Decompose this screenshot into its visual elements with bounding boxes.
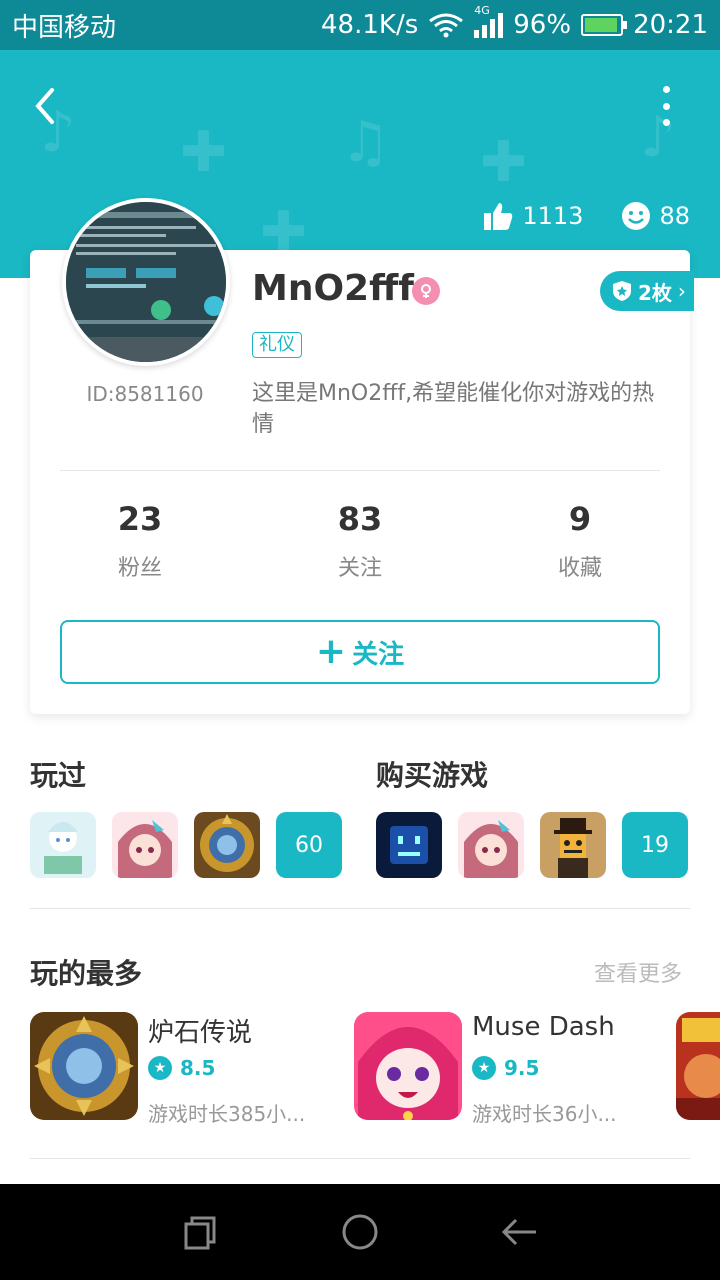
following-label: 关注 (337, 556, 382, 581)
played-game-icon[interactable] (194, 812, 260, 878)
user-bio: 这里是MnO2fff,希望能催化你对游戏的热情 (252, 381, 655, 437)
header-stats: 1113 88 (482, 200, 690, 232)
more-options-button[interactable] (652, 86, 680, 126)
bought-game-icon[interactable] (458, 812, 524, 878)
badge-count: 2枚 (638, 280, 672, 305)
bought-title: 购买游戏 (376, 759, 489, 792)
avatar[interactable] (62, 198, 230, 366)
smile-stat[interactable]: 88 (621, 201, 690, 231)
play-time: 游戏时长385小... (148, 1102, 306, 1126)
most-played-title: 玩的最多 (30, 957, 143, 990)
game-name: Muse Dash (472, 1012, 615, 1042)
likes-stat[interactable]: 1113 (482, 200, 583, 232)
likes-count: 1113 (522, 202, 584, 230)
network-type: 4G (474, 4, 490, 17)
gender-female-icon (412, 277, 440, 305)
star-icon: ★ (472, 1056, 496, 1080)
game-rating: ★ 9.5 (472, 1056, 539, 1080)
bought-count-button[interactable]: 19 (622, 812, 688, 878)
favorites-stat[interactable]: 9 收藏 (500, 500, 660, 582)
smiley-icon (622, 202, 651, 230)
music-note-pattern: ♫ (340, 110, 391, 175)
status-bar: 中国移动 48.1K/s 4G 96% 20:21 (0, 0, 720, 50)
badge-count-button[interactable]: 2枚 › (600, 271, 694, 311)
shield-icon (613, 281, 631, 301)
back-button[interactable] (26, 84, 66, 128)
battery-icon (581, 14, 628, 36)
user-id: ID:8581160 (86, 382, 204, 406)
home-icon[interactable] (340, 1212, 380, 1252)
recent-apps-icon[interactable] (180, 1212, 220, 1252)
chevron-right-icon: › (677, 279, 686, 303)
gamepad-pattern: ✚ (480, 130, 527, 195)
play-time: 游戏时长36小... (472, 1102, 617, 1126)
plus-icon: + (315, 631, 347, 672)
favorites-label: 收藏 (557, 556, 602, 581)
game-icon (354, 1012, 462, 1120)
smile-count: 88 (659, 202, 690, 230)
see-more-link[interactable]: 查看更多 (594, 956, 682, 988)
followers-stat[interactable]: 23 粉丝 (60, 500, 220, 582)
signal-icon: 4G (474, 4, 504, 38)
system-nav-bar (0, 1184, 720, 1280)
section-divider (30, 908, 690, 909)
card-divider (60, 470, 660, 471)
user-tag[interactable]: 礼仪 (252, 332, 302, 358)
bought-game-icon[interactable] (376, 812, 442, 878)
battery-percent: 96% (513, 10, 572, 40)
rating-value: 8.5 (180, 1056, 216, 1080)
played-title: 玩过 (30, 759, 87, 792)
played-count-button[interactable]: 60 (276, 812, 342, 878)
star-icon: ★ (148, 1056, 172, 1080)
game-rating: ★ 8.5 (148, 1056, 215, 1080)
gamepad-pattern: ✚ (180, 120, 227, 185)
network-speed: 48.1K/s (321, 10, 419, 40)
following-count: 83 (337, 500, 383, 538)
following-stat[interactable]: 83 关注 (280, 500, 440, 582)
game-icon (30, 1012, 138, 1120)
partial-game-icon[interactable] (676, 1012, 720, 1120)
follow-label: 关注 (352, 639, 405, 670)
wifi-icon (429, 13, 464, 38)
bought-game-icon[interactable] (540, 812, 606, 878)
section-divider (30, 1158, 690, 1159)
game-name: 炉石传说 (148, 1018, 253, 1048)
played-game-icon[interactable] (30, 812, 96, 878)
clock: 20:21 (633, 10, 708, 40)
rating-value: 9.5 (504, 1056, 540, 1080)
played-game-icon[interactable] (112, 812, 178, 878)
avatar-image (66, 202, 226, 362)
carrier-label: 中国移动 (12, 12, 117, 43)
followers-count: 23 (117, 500, 163, 538)
followers-label: 粉丝 (117, 556, 162, 581)
thumbs-up-icon (484, 203, 513, 230)
back-nav-icon[interactable] (500, 1212, 540, 1252)
username: MnO2fff (252, 268, 414, 309)
favorites-count: 9 (568, 500, 592, 538)
follow-button[interactable]: + 关注 (60, 620, 660, 684)
